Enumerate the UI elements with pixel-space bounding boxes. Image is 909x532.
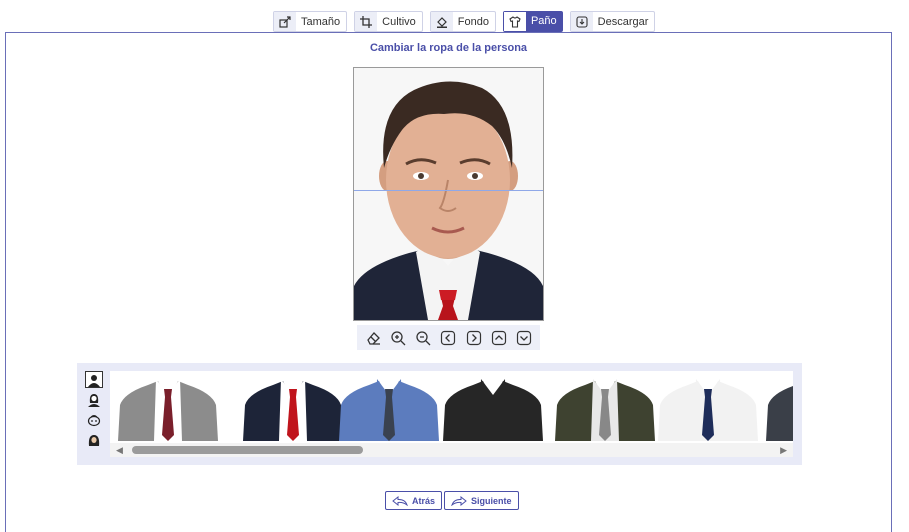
next-arrow-icon [451,495,467,506]
shirt-icon [503,12,526,31]
clothing-item-navy-suit-red-tie[interactable] [243,379,343,441]
tab-label: Cultivo [382,15,416,28]
man-icon [88,374,100,387]
tab-label: Paño [525,12,562,31]
tab-pano[interactable]: Paño [502,11,563,32]
zoom-out-button[interactable] [414,329,432,347]
clothes-picker: ◀ ▶ [77,363,802,465]
category-woman[interactable] [85,391,103,408]
move-left-icon [441,330,456,345]
move-down-button[interactable] [515,329,533,347]
tab-label: Tamaño [301,15,341,28]
zoom-in-icon [391,330,406,345]
move-right-icon [466,330,481,345]
clothes-items [118,379,793,441]
tab-descargar[interactable]: Descargar [569,11,656,32]
category-man[interactable] [85,371,103,388]
move-up-button[interactable] [490,329,508,347]
step-tabs: Tamaño Cultivo Fondo Paño Descargar [273,11,656,32]
scroll-left-arrow-icon[interactable]: ◀ [116,445,123,456]
move-up-icon [491,330,507,345]
clothes-category-list [85,371,105,448]
move-right-button[interactable] [465,329,483,347]
hijab-icon [88,434,100,446]
image-toolbar [357,325,540,350]
eye-guide-line [354,190,543,191]
woman-icon [88,393,100,407]
clothing-item-blue-shirt-striped-tie[interactable] [339,379,439,441]
eraser-button[interactable] [364,329,382,347]
clothing-item-dark-suit-partial[interactable] [766,379,793,441]
horizontal-scrollbar[interactable]: ◀ ▶ [110,443,793,457]
tab-cultivo[interactable]: Cultivo [354,11,423,32]
clothing-item-olive-suit-gray-tie[interactable] [555,379,655,441]
clothing-item-white-shirt-navy-tie[interactable] [658,379,758,441]
back-arrow-icon [392,495,408,506]
scroll-right-arrow-icon[interactable]: ▶ [780,445,787,456]
download-icon [570,12,593,31]
back-button[interactable]: Atrás [385,491,443,510]
next-button[interactable]: Siguiente [444,491,519,510]
category-child[interactable] [85,411,103,428]
fill-icon [430,12,453,31]
scrollbar-thumb[interactable] [132,446,363,454]
portrait-image [354,68,543,320]
clothing-item-black-shirt[interactable] [443,379,543,441]
clothes-strip: ◀ ▶ [110,371,793,457]
resize-icon [274,12,296,31]
move-down-icon [517,330,532,345]
page-title: Cambiar la ropa de la persona [369,42,528,54]
back-label: Atrás [412,495,436,506]
tab-label: Fondo [457,15,489,28]
child-icon [87,414,101,426]
tab-tamano[interactable]: Tamaño [273,11,348,32]
zoom-in-button[interactable] [389,329,407,347]
eraser-icon [366,331,380,345]
zoom-out-icon [416,330,431,345]
tab-fondo[interactable]: Fondo [429,11,496,32]
portrait-preview[interactable] [353,67,544,321]
clothing-item-gray-cardigan-red-tie[interactable] [118,379,218,441]
category-hijab[interactable] [85,431,103,448]
tab-label: Descargar [597,15,649,28]
next-label: Siguiente [471,495,512,506]
crop-icon [355,12,378,31]
move-left-button[interactable] [439,329,457,347]
